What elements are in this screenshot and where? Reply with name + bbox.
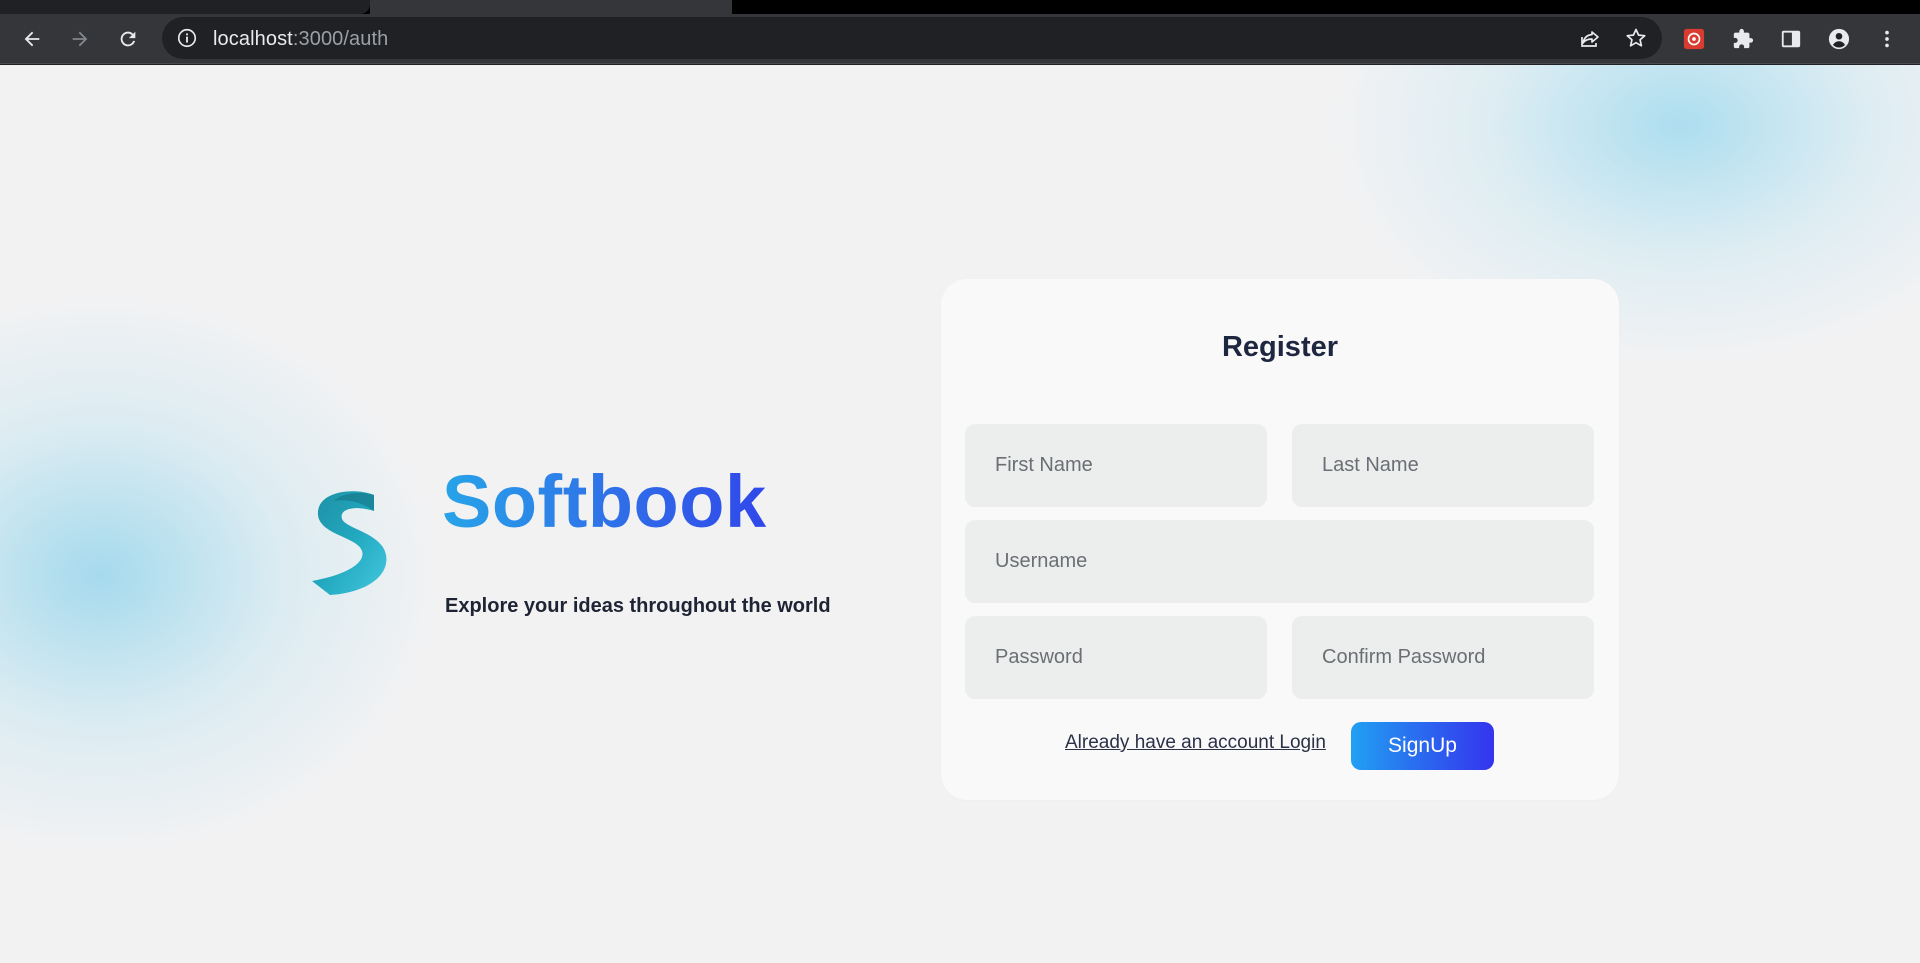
url-path: :3000/auth <box>292 28 389 50</box>
side-panel-icon <box>1781 30 1801 48</box>
arrow-left-icon <box>24 31 40 47</box>
forward-button[interactable] <box>63 22 97 56</box>
first-name-input[interactable] <box>965 424 1267 507</box>
softbook-logo-icon <box>312 491 387 595</box>
confirm-password-input[interactable] <box>1292 616 1594 699</box>
arrow-right-icon <box>72 31 88 47</box>
url-host: localhost <box>213 28 293 50</box>
active-tab[interactable] <box>370 0 732 14</box>
info-icon[interactable] <box>176 27 198 49</box>
profile-icon <box>1828 28 1850 50</box>
brand-tagline: Explore your ideas throughout the world <box>445 595 831 617</box>
reload-icon <box>120 31 136 47</box>
login-link[interactable]: Already have an account Login <box>1065 732 1326 754</box>
kebab-menu-icon <box>1885 30 1889 48</box>
auth-page: Softbook Explore your ideas throughout t… <box>0 65 1920 963</box>
profile-button[interactable] <box>1822 22 1856 56</box>
side-panel-button[interactable] <box>1774 22 1808 56</box>
puzzle-icon <box>1733 28 1754 49</box>
address-bar[interactable]: localhost:3000/auth <box>162 17 1662 59</box>
extension-app-icon <box>1683 28 1705 50</box>
browser-toolbar: localhost:3000/auth <box>0 14 1920 64</box>
register-card: Register Already have an account Login S… <box>941 279 1619 800</box>
inactive-tab-area[interactable] <box>0 0 370 14</box>
tab-strip <box>0 0 1920 14</box>
brand-name: Softbook <box>442 460 767 543</box>
reload-button[interactable] <box>111 22 145 56</box>
last-name-input[interactable] <box>1292 424 1594 507</box>
menu-button[interactable] <box>1870 22 1904 56</box>
star-icon[interactable] <box>1624 26 1648 50</box>
extensions-button[interactable] <box>1726 22 1760 56</box>
password-input[interactable] <box>965 616 1267 699</box>
signup-button[interactable]: SignUp <box>1351 722 1494 770</box>
back-button[interactable] <box>15 22 49 56</box>
share-icon[interactable] <box>1578 27 1602 51</box>
username-input[interactable] <box>965 520 1594 603</box>
extension-app-button[interactable] <box>1677 22 1711 56</box>
url-text[interactable]: localhost:3000/auth <box>213 28 388 51</box>
register-title: Register <box>1221 331 1339 363</box>
